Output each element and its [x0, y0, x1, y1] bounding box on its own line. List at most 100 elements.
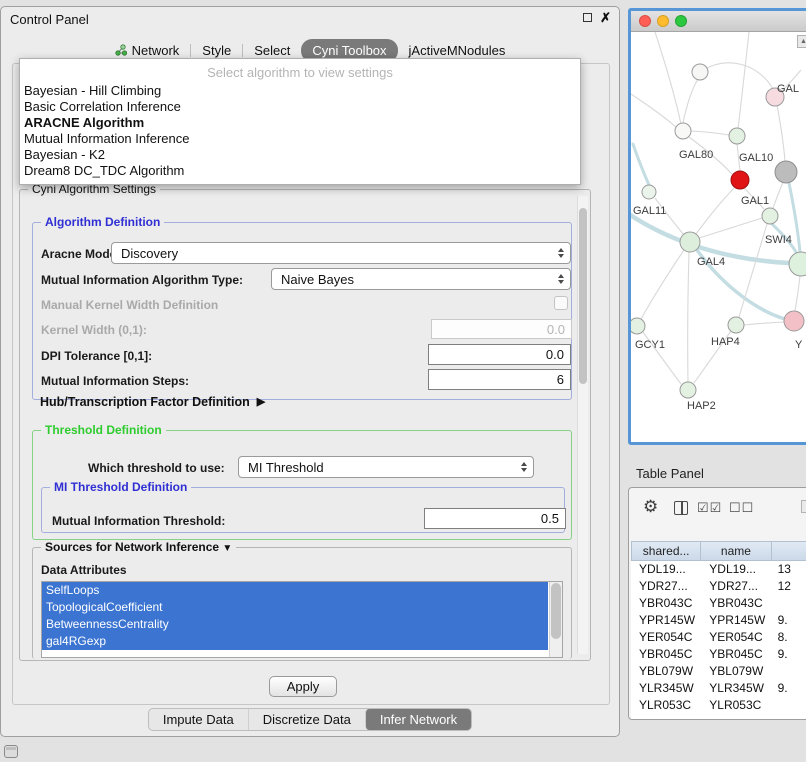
tab-impute-data[interactable]: Impute Data [149, 709, 248, 730]
network-node[interactable] [762, 208, 778, 224]
dropdown-item[interactable]: Mutual Information Inference [20, 131, 580, 147]
table-cell[interactable]: YLR053C [701, 697, 771, 714]
table-row[interactable]: YER054CYER054C8. [631, 629, 806, 646]
tab-infer-network[interactable]: Infer Network [365, 709, 471, 730]
manual-kernel-checkbox[interactable] [554, 296, 568, 310]
algorithm-dropdown-popup: Select algorithm to view settings Bayesi… [19, 58, 581, 185]
tab-discretize-data[interactable]: Discretize Data [248, 709, 365, 730]
table-cell[interactable]: 9. [772, 646, 806, 663]
network-node[interactable] [789, 252, 806, 276]
column-header-name[interactable]: name [701, 541, 771, 561]
show-columns-icon[interactable] [674, 501, 688, 515]
hub-definition-expander[interactable]: Hub/Transcription Factor Definition ▶ [40, 395, 265, 409]
table-cell[interactable]: 12 [772, 578, 806, 595]
aracne-mode-select[interactable]: Discovery [111, 242, 571, 264]
table-row[interactable]: YLR053CYLR053C [631, 697, 806, 714]
network-node[interactable] [631, 318, 645, 334]
which-threshold-select[interactable]: MI Threshold [238, 456, 534, 478]
select-all-columns-icon[interactable]: ☑☑ [697, 500, 722, 516]
list-item-selected[interactable]: SelfLoops [42, 582, 548, 599]
mi-steps-field[interactable]: 6 [428, 369, 571, 390]
table-row[interactable]: YPR145WYPR145W9. [631, 612, 806, 629]
table-cell[interactable]: 9. [772, 612, 806, 629]
network-node[interactable] [680, 382, 696, 398]
table-cell[interactable]: YDR27... [701, 578, 771, 595]
table-cell[interactable]: YER054C [701, 629, 771, 646]
table-cell[interactable]: 8. [772, 629, 806, 646]
dropdown-item[interactable]: Bayesian - K2 [20, 147, 580, 163]
dropdown-item[interactable]: Bayesian - Hill Climbing [20, 83, 580, 99]
gear-icon[interactable]: ⚙ [643, 497, 658, 517]
table-row[interactable]: YBR045CYBR045C9. [631, 646, 806, 663]
table-cell[interactable]: YBL079W [701, 663, 771, 680]
table-cell[interactable]: YDL19... [631, 561, 701, 578]
dropdown-item[interactable]: Dream8 DC_TDC Algorithm [20, 163, 580, 179]
dropdown-item[interactable]: Basic Correlation Inference [20, 99, 580, 115]
network-window-titlebar[interactable] [631, 11, 806, 32]
table-cell[interactable]: YPR145W [631, 612, 701, 629]
table-row[interactable]: YDR27...YDR27...12 [631, 578, 806, 595]
table-row[interactable]: YLR345WYLR345W9. [631, 680, 806, 697]
list-item-selected[interactable]: BetweennessCentrality [42, 616, 548, 633]
list-item-selected[interactable]: gal4RGexp [42, 633, 548, 650]
network-node[interactable] [784, 311, 804, 331]
network-node[interactable] [728, 317, 744, 333]
zoom-button[interactable] [675, 15, 687, 27]
apply-button[interactable]: Apply [269, 676, 337, 697]
network-node[interactable] [675, 123, 691, 139]
mi-algorithm-type-select[interactable]: Naive Bayes [271, 268, 571, 290]
dropdown-item-selected[interactable]: ARACNE Algorithm [20, 115, 580, 131]
table-cell[interactable]: YER054C [631, 629, 701, 646]
table-cell[interactable]: YDL19... [701, 561, 771, 578]
dpi-tolerance-field[interactable]: 0.0 [428, 344, 571, 365]
table-cell[interactable]: YLR053C [631, 697, 701, 714]
network-graph: GAL GAL80 GAL10 GAL11 GAL1 SWI4 GAL4 GCY… [631, 32, 806, 442]
close-button[interactable] [639, 15, 651, 27]
table-cell[interactable]: YPR145W [701, 612, 771, 629]
network-node[interactable] [680, 232, 700, 252]
toolbar-overflow-button[interactable] [801, 500, 806, 513]
table-cell[interactable]: YLR345W [631, 680, 701, 697]
node-label: SWI4 [765, 234, 792, 246]
list-scrollbar[interactable] [549, 582, 562, 657]
table-cell[interactable]: YLR345W [701, 680, 771, 697]
table-cell[interactable]: YBL079W [631, 663, 701, 680]
table-cell[interactable]: YBR045C [701, 646, 771, 663]
table-row[interactable]: YDL19...YDL19...13 [631, 561, 806, 578]
table-cell[interactable] [772, 595, 806, 612]
minimize-button[interactable] [657, 15, 669, 27]
table-cell[interactable]: YDR27... [631, 578, 701, 595]
mi-threshold-field[interactable]: 0.5 [424, 508, 566, 529]
which-threshold-label: Which threshold to use: [88, 461, 225, 475]
unselect-all-columns-icon[interactable]: ☐☐ [729, 500, 754, 516]
list-item-selected[interactable]: TopologicalCoefficient [42, 599, 548, 616]
table-row[interactable]: YBL079WYBL079W [631, 663, 806, 680]
sources-expander[interactable]: Sources for Network Inference ▼ [41, 540, 236, 554]
network-node[interactable] [692, 64, 708, 80]
table-cell[interactable] [772, 697, 806, 714]
network-node-selected[interactable] [731, 171, 749, 189]
network-node[interactable] [642, 185, 656, 199]
column-header-clipped[interactable] [772, 541, 806, 561]
table-cell[interactable]: 13 [772, 561, 806, 578]
scroll-up-button[interactable]: ▲ [797, 35, 806, 48]
hub-definition-label: Hub/Transcription Factor Definition [40, 395, 250, 409]
table-cell[interactable]: 9. [772, 680, 806, 697]
data-attributes-list[interactable]: SelfLoops TopologicalCoefficient Between… [41, 581, 563, 658]
network-canvas[interactable]: GAL GAL80 GAL10 GAL11 GAL1 SWI4 GAL4 GCY… [631, 32, 806, 442]
scrollbar-thumb[interactable] [579, 208, 587, 384]
settings-scrollbar[interactable] [577, 196, 588, 654]
network-node[interactable] [775, 161, 797, 183]
table-cell[interactable] [772, 663, 806, 680]
network-node[interactable] [729, 128, 745, 144]
column-header-shared-name[interactable]: shared... [631, 541, 701, 561]
float-window-icon[interactable] [583, 13, 592, 22]
scrollbar-thumb[interactable] [551, 583, 561, 639]
table-cell[interactable]: YBR043C [701, 595, 771, 612]
docked-panel-icon[interactable] [4, 745, 18, 758]
table-row[interactable]: YBR043CYBR043C [631, 595, 806, 612]
table-cell[interactable]: YBR045C [631, 646, 701, 663]
close-icon[interactable]: ✗ [600, 12, 611, 23]
dropdown-placeholder[interactable]: Select algorithm to view settings [20, 62, 580, 83]
table-cell[interactable]: YBR043C [631, 595, 701, 612]
